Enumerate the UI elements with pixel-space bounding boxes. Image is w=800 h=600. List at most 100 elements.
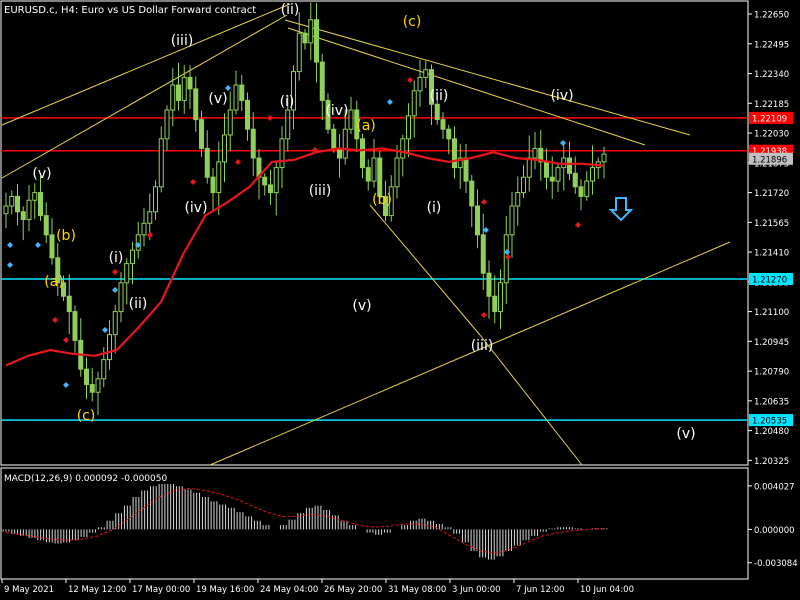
candle-body[interactable] <box>314 19 319 63</box>
candle-body[interactable] <box>176 84 181 101</box>
candle-body[interactable] <box>164 109 170 140</box>
candle-body[interactable] <box>302 32 308 44</box>
candle-body[interactable] <box>204 147 210 178</box>
candle-body[interactable] <box>279 138 285 169</box>
candle-body[interactable] <box>262 176 268 186</box>
elliott-wave-label: (ii) <box>129 296 148 312</box>
candle-body[interactable] <box>66 295 72 313</box>
candle-body[interactable] <box>15 195 20 213</box>
candle-body[interactable] <box>26 199 32 220</box>
candle-body[interactable] <box>555 167 561 182</box>
candle-body[interactable] <box>601 153 607 163</box>
time-tick-label: 9 May 2021 <box>4 585 54 595</box>
candle-body[interactable] <box>285 109 291 140</box>
candle-body[interactable] <box>308 19 314 44</box>
candle-body[interactable] <box>498 282 503 313</box>
candle-body[interactable] <box>245 99 250 130</box>
candle-body[interactable] <box>521 176 526 194</box>
candle-body[interactable] <box>268 184 273 194</box>
candle-body[interactable] <box>158 138 164 188</box>
candle-body[interactable] <box>193 88 199 121</box>
candle-body[interactable] <box>371 157 377 182</box>
candle-body[interactable] <box>365 167 371 182</box>
candle-body[interactable] <box>118 282 124 313</box>
candle-body[interactable] <box>411 90 417 117</box>
candle-body[interactable] <box>544 161 549 178</box>
candle-body[interactable] <box>532 147 538 159</box>
candle-body[interactable] <box>337 147 342 159</box>
candle-body[interactable] <box>43 215 49 236</box>
price-tick-label: 1.20945 <box>754 338 789 348</box>
candle-body[interactable] <box>319 61 325 101</box>
candle-body[interactable] <box>107 334 112 361</box>
elliott-wave-label: (iv) <box>325 103 348 119</box>
candle-body[interactable] <box>210 176 216 194</box>
candle-body[interactable] <box>9 195 15 207</box>
candle-body[interactable] <box>130 249 135 265</box>
candle-body[interactable] <box>170 84 176 111</box>
candle-body[interactable] <box>400 138 406 159</box>
main-panel[interactable] <box>0 0 749 466</box>
candle-body[interactable] <box>239 84 245 101</box>
candle-body[interactable] <box>406 115 411 140</box>
candle-body[interactable] <box>147 211 153 224</box>
candle-body[interactable] <box>417 76 423 92</box>
candle-body[interactable] <box>250 128 256 159</box>
candle-body[interactable] <box>463 157 469 182</box>
candle-body[interactable] <box>38 192 43 217</box>
candle-body[interactable] <box>486 272 492 297</box>
candle-body[interactable] <box>199 119 204 149</box>
candle-body[interactable] <box>20 211 26 220</box>
candle-body[interactable] <box>394 157 400 188</box>
candle-body[interactable] <box>434 103 440 121</box>
candle-body[interactable] <box>89 384 95 393</box>
candle-body[interactable] <box>95 378 101 393</box>
candle-body[interactable] <box>101 359 107 380</box>
candle-body[interactable] <box>348 109 354 130</box>
candle-body[interactable] <box>584 180 590 197</box>
candle-body[interactable] <box>578 186 584 197</box>
candle-body[interactable] <box>3 205 9 215</box>
candle-body[interactable] <box>72 311 78 341</box>
candle-body[interactable] <box>469 180 475 207</box>
candle-body[interactable] <box>227 109 233 136</box>
candle-body[interactable] <box>515 192 521 207</box>
candle-body[interactable] <box>233 84 239 111</box>
candle-body[interactable] <box>360 138 365 169</box>
candle-body[interactable] <box>475 205 480 236</box>
candle-body[interactable] <box>446 128 452 140</box>
candle-body[interactable] <box>181 76 187 101</box>
candle-body[interactable] <box>567 157 572 174</box>
candle-body[interactable] <box>222 134 227 163</box>
elliott-wave-label: (iii) <box>471 338 494 354</box>
price-chart[interactable]: (v) (b) (a) (c) (i) (ii) (iii) (iv) (v) (ii) (i) (i… <box>0 0 800 600</box>
candle-body[interactable] <box>187 76 193 90</box>
candle-body[interactable] <box>342 128 348 159</box>
candle-body[interactable] <box>572 172 578 188</box>
candle-body[interactable] <box>273 167 279 194</box>
price-tick-label: 1.21720 <box>754 189 789 199</box>
candle-body[interactable] <box>124 263 130 284</box>
candle-body[interactable] <box>331 128 337 149</box>
candle-body[interactable] <box>526 157 532 178</box>
candle-body[interactable] <box>377 157 383 197</box>
elliott-wave-label: (v) <box>32 166 51 182</box>
elliott-wave-label: (ii) <box>430 88 449 104</box>
candle-body[interactable] <box>49 234 55 259</box>
candle-body[interactable] <box>84 368 89 386</box>
elliott-wave-label: (i) <box>109 250 124 266</box>
candle-body[interactable] <box>452 138 457 169</box>
candle-body[interactable] <box>112 311 118 336</box>
candle-body[interactable] <box>509 205 515 236</box>
candle-body[interactable] <box>153 186 158 213</box>
candle-body[interactable] <box>492 295 498 313</box>
candle-body[interactable] <box>440 119 446 130</box>
candle-body[interactable] <box>590 167 595 182</box>
candle-body[interactable] <box>216 161 222 194</box>
candle-body[interactable] <box>141 222 147 236</box>
candle-body[interactable] <box>296 32 302 73</box>
candle-body[interactable] <box>32 192 38 201</box>
candle-body[interactable] <box>480 234 486 274</box>
candle-body[interactable] <box>423 69 429 78</box>
candle-body[interactable] <box>549 176 555 182</box>
